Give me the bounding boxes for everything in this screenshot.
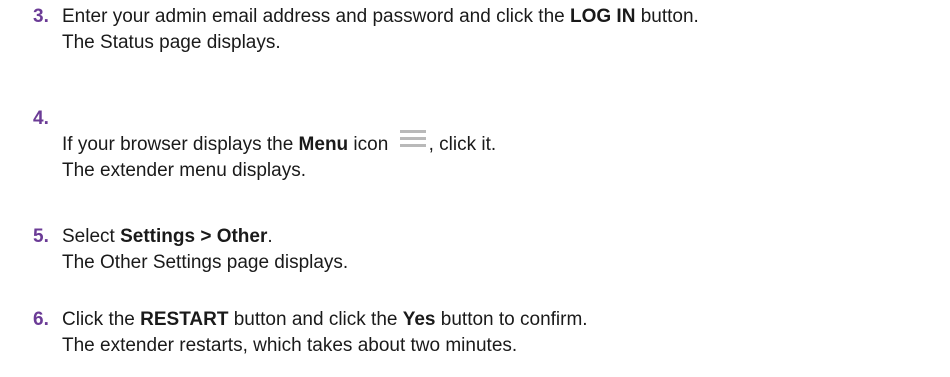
restart-button-label: RESTART <box>140 309 229 330</box>
step-number: 5. <box>33 226 49 247</box>
step-result: The extender menu displays. <box>62 160 306 181</box>
step-number: 3. <box>33 6 49 27</box>
instruction-text: button to confirm. <box>435 309 588 330</box>
menu-label: Menu <box>298 134 349 155</box>
step-number: 4. <box>33 108 49 129</box>
step-instruction: Click the RESTART button and click the Y… <box>62 307 947 333</box>
instruction-text: . <box>267 226 273 247</box>
instruction-text: Enter your admin email address and passw… <box>62 6 570 27</box>
hamburger-menu-icon <box>399 130 426 147</box>
instruction-text: Click the <box>62 309 141 330</box>
step-instruction: Select Settings > Other. <box>62 224 947 250</box>
instruction-text: icon <box>348 134 394 155</box>
instruction-text: button and click the <box>228 309 403 330</box>
step-text: Enter your admin email address and passw… <box>62 4 947 56</box>
step-result: The extender restarts, which takes about… <box>62 335 518 356</box>
settings-other-path: Settings > Other <box>120 226 268 247</box>
step-instruction: If your browser displays the Menu icon ,… <box>62 130 947 158</box>
instruction-text: If your browser displays the <box>62 134 299 155</box>
instruction-text: button. <box>635 6 699 27</box>
step-text: Click the RESTART button and click the Y… <box>62 307 947 359</box>
step-instruction: Enter your admin email address and passw… <box>62 4 947 30</box>
instruction-text: Select <box>62 226 121 247</box>
step-text: If your browser displays the Menu icon ,… <box>62 130 947 184</box>
instruction-text: , click it. <box>428 134 497 155</box>
yes-button-label: Yes <box>402 309 436 330</box>
step-text: Select Settings > Other. The Other Setti… <box>62 224 947 276</box>
log-in-button-label: LOG IN <box>569 6 636 27</box>
step-result: The Other Settings page displays. <box>62 252 349 273</box>
step-result: The Status page displays. <box>62 32 281 53</box>
step-number: 6. <box>33 309 49 330</box>
